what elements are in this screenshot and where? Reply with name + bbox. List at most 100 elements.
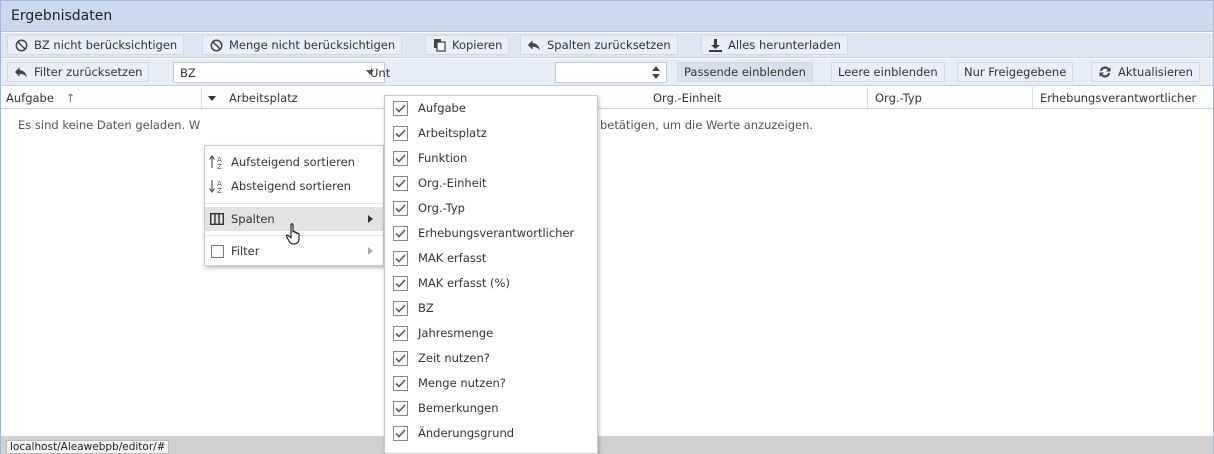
reset-filter-label: Filter zurücksetzen (34, 65, 143, 79)
column-toggle-label: MAK erfasst (%) (418, 276, 510, 291)
column-toggle-label: Org.-Einheit (418, 176, 487, 191)
column-toggle-item[interactable]: Org.-Einheit (385, 172, 597, 195)
checkbox[interactable] (393, 175, 408, 191)
bz-select[interactable]: BZ (173, 62, 385, 83)
sort-asc-icon: ↑ (65, 91, 76, 105)
submenu-arrow-icon (368, 247, 373, 255)
column-label: Erhebungsverantwortlicher (1040, 91, 1197, 105)
checkbox[interactable] (393, 150, 408, 166)
horizontal-scrollbar[interactable] (1, 436, 1213, 454)
column-toggle-label: Jahresmenge (418, 326, 494, 341)
column-toggle-label: Menge nutzen? (418, 376, 506, 391)
column-toggle-label: Arbeitsplatz (418, 126, 487, 141)
only-released-button[interactable]: Nur Freigegebene (957, 62, 1074, 82)
download-icon (708, 38, 722, 52)
reset-filter-button[interactable]: Filter zurücksetzen (7, 62, 150, 82)
column-divider (867, 87, 868, 109)
check-icon (395, 254, 406, 263)
copy-icon (432, 38, 446, 52)
menu-sort-descending[interactable]: AZ Absteigend sortieren (205, 174, 383, 198)
copy-button[interactable]: Kopieren (425, 35, 510, 55)
column-toggle-item[interactable]: Erhebungsverantwortlicher (385, 222, 597, 245)
columns-submenu: Aufgabe Arbeitsplatz Funktion Org.-Einheit O… (384, 95, 598, 454)
empty-message-start: Es sind keine Daten geladen. W (18, 118, 201, 132)
spin-up-icon[interactable] (652, 66, 660, 71)
check-icon (395, 279, 406, 288)
sort-ascending-icon: AZ (205, 154, 229, 170)
checkbox[interactable] (393, 400, 408, 416)
column-toggle-label: Org.-Typ (418, 201, 465, 216)
submenu-arrow-icon (368, 215, 373, 223)
panel-title-bar: Ergebnisdaten (1, 1, 1213, 32)
column-toggle-label: Funktion (418, 151, 468, 166)
column-header-erhebungsverantwortlicher[interactable]: Erhebungsverantwortlicher (1040, 91, 1196, 105)
status-url: localhost/Aleawebpb/editor/# (6, 440, 170, 454)
column-toggle-item[interactable]: Org.-Typ (385, 197, 597, 220)
checkbox[interactable] (393, 375, 408, 391)
check-icon (395, 329, 406, 338)
checkbox[interactable] (393, 325, 408, 341)
column-label: Org.-Einheit (653, 91, 722, 105)
column-toggle-label: MAK erfasst (418, 251, 487, 266)
download-all-button[interactable]: Alles herunterladen (701, 35, 848, 55)
checkbox[interactable] (393, 250, 408, 266)
download-all-label: Alles herunterladen (728, 38, 841, 52)
column-divider (201, 87, 202, 109)
column-toggle-item[interactable]: Aufgabe (385, 97, 597, 120)
column-toggle-item[interactable]: Zeit nutzen? (385, 347, 597, 370)
panel-title: Ergebnisdaten (11, 8, 113, 24)
refresh-button[interactable]: Aktualisieren (1091, 62, 1200, 82)
column-toggle-item[interactable]: Bemerkungen (385, 397, 597, 420)
column-toggle-item[interactable]: BZ (385, 297, 597, 320)
checkbox[interactable] (393, 200, 408, 216)
column-toggle-label: Aufgabe (418, 101, 466, 116)
reset-columns-label: Spalten zurücksetzen (547, 38, 671, 52)
column-toggle-item[interactable]: Änderungsgrund (385, 422, 597, 445)
column-label: Aufgabe (6, 91, 54, 105)
undo-icon (14, 65, 28, 79)
filter-checkbox[interactable] (210, 244, 224, 258)
checkbox[interactable] (393, 100, 408, 116)
spin-down-icon[interactable] (652, 74, 660, 79)
show-empty-label: Leere einblenden (838, 65, 938, 79)
checkbox[interactable] (393, 125, 408, 141)
menu-sort-ascending[interactable]: AZ Aufsteigend sortieren (205, 150, 383, 174)
column-toggle-label: Erhebungsverantwortlicher (418, 226, 575, 241)
checkbox[interactable] (393, 275, 408, 291)
check-icon (395, 104, 406, 113)
check-icon (395, 179, 406, 188)
refresh-label: Aktualisieren (1118, 65, 1193, 79)
column-label: Arbeitsplatz (229, 91, 298, 105)
columns-icon (205, 213, 229, 225)
number-spinner[interactable] (555, 62, 667, 83)
ignore-bz-label: BZ nicht berücksichtigen (34, 38, 178, 52)
ignore-quantity-label: Menge nicht berücksichtigen (229, 38, 396, 52)
ignore-quantity-button[interactable]: Menge nicht berücksichtigen (202, 35, 403, 55)
column-header-arbeitsplatz[interactable]: Arbeitsplatz (229, 91, 298, 105)
undo-icon (527, 38, 541, 52)
column-toggle-item[interactable]: MAK erfasst (385, 247, 597, 270)
toolbar-primary: BZ nicht berücksichtigen Menge nicht ber… (1, 33, 1213, 58)
column-toggle-item[interactable]: Menge nutzen? (385, 372, 597, 395)
column-toggle-item[interactable]: Arbeitsplatz (385, 122, 597, 145)
checkbox[interactable] (393, 225, 408, 241)
check-icon (395, 354, 406, 363)
checkbox[interactable] (393, 425, 408, 441)
ignore-bz-button[interactable]: BZ nicht berücksichtigen (7, 35, 185, 55)
only-released-label: Nur Freigegebene (964, 65, 1067, 79)
column-menu-trigger[interactable] (208, 96, 216, 101)
reset-columns-button[interactable]: Spalten zurücksetzen (520, 35, 678, 55)
column-toggle-item[interactable]: Jahresmenge (385, 322, 597, 345)
copy-label: Kopieren (452, 38, 503, 52)
checkbox[interactable] (393, 350, 408, 366)
checkbox[interactable] (393, 300, 408, 316)
show-matching-button[interactable]: Passende einblenden (677, 62, 813, 82)
column-header-org-typ[interactable]: Org.-Typ (875, 91, 922, 105)
column-toggle-item[interactable]: MAK erfasst (%) (385, 272, 597, 295)
unt-label: Unt (370, 66, 391, 80)
column-header-org-einheit[interactable]: Org.-Einheit (653, 91, 722, 105)
column-header-aufgabe[interactable]: Aufgabe ↑ (6, 91, 75, 105)
show-empty-button[interactable]: Leere einblenden (831, 62, 945, 82)
column-toggle-item[interactable]: Funktion (385, 147, 597, 170)
check-icon (395, 379, 406, 388)
